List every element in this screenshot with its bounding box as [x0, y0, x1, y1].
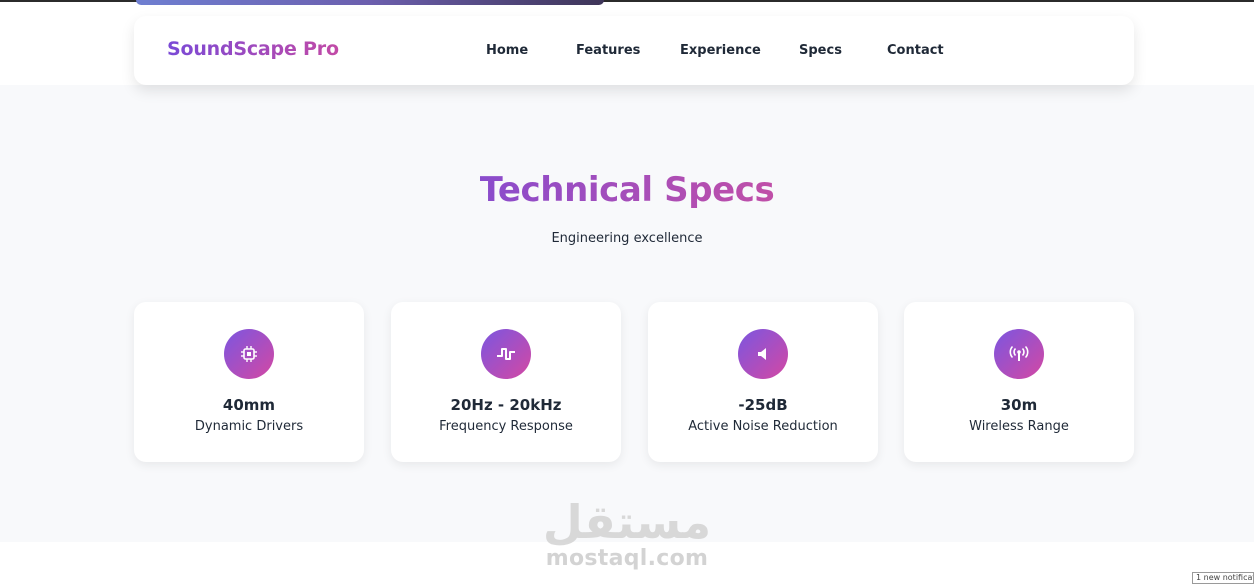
spec-card-wireless-range: 30m Wireless Range [904, 302, 1134, 462]
watermark-arabic: مستقل [542, 495, 712, 549]
notification-badge[interactable]: 1 new notification [1192, 572, 1254, 584]
spec-label: Active Noise Reduction [688, 419, 838, 434]
top-tab-indicator [136, 0, 604, 5]
section-subtitle: Engineering excellence [551, 231, 703, 246]
watermark-latin: mostaql.com [545, 546, 709, 571]
spec-card-frequency: 20Hz - 20kHz Frequency Response [391, 302, 621, 462]
navbar: SoundScape Pro Home Features Experience … [134, 16, 1134, 85]
mostaql-watermark: مستقل mostaql.com [0, 495, 1254, 571]
section-title-text: Technical Specs [479, 170, 775, 210]
spec-card-noise-reduction: -25dB Active Noise Reduction [648, 302, 878, 462]
spec-label: Wireless Range [969, 419, 1069, 434]
section-title: Technical Specs [0, 170, 1254, 210]
spec-label: Frequency Response [439, 419, 573, 434]
nav-link-features[interactable]: Features [576, 43, 640, 58]
chip-icon [224, 329, 274, 379]
nav-link-specs[interactable]: Specs [799, 43, 842, 58]
brand-logo[interactable]: SoundScape Pro [167, 38, 339, 60]
spec-value: 30m [1000, 396, 1038, 414]
antenna-icon [994, 329, 1044, 379]
nav-link-home[interactable]: Home [486, 43, 528, 58]
spec-label: Dynamic Drivers [194, 419, 304, 434]
spec-value: 20Hz - 20kHz [450, 396, 562, 414]
nav-link-experience[interactable]: Experience [680, 43, 761, 58]
nav-link-contact[interactable]: Contact [887, 43, 944, 58]
spec-value: 40mm [222, 396, 276, 414]
spec-card-drivers: 40mm Dynamic Drivers [134, 302, 364, 462]
speaker-mute-icon [738, 329, 788, 379]
spec-value: -25dB [738, 396, 788, 414]
waveform-icon [481, 329, 531, 379]
